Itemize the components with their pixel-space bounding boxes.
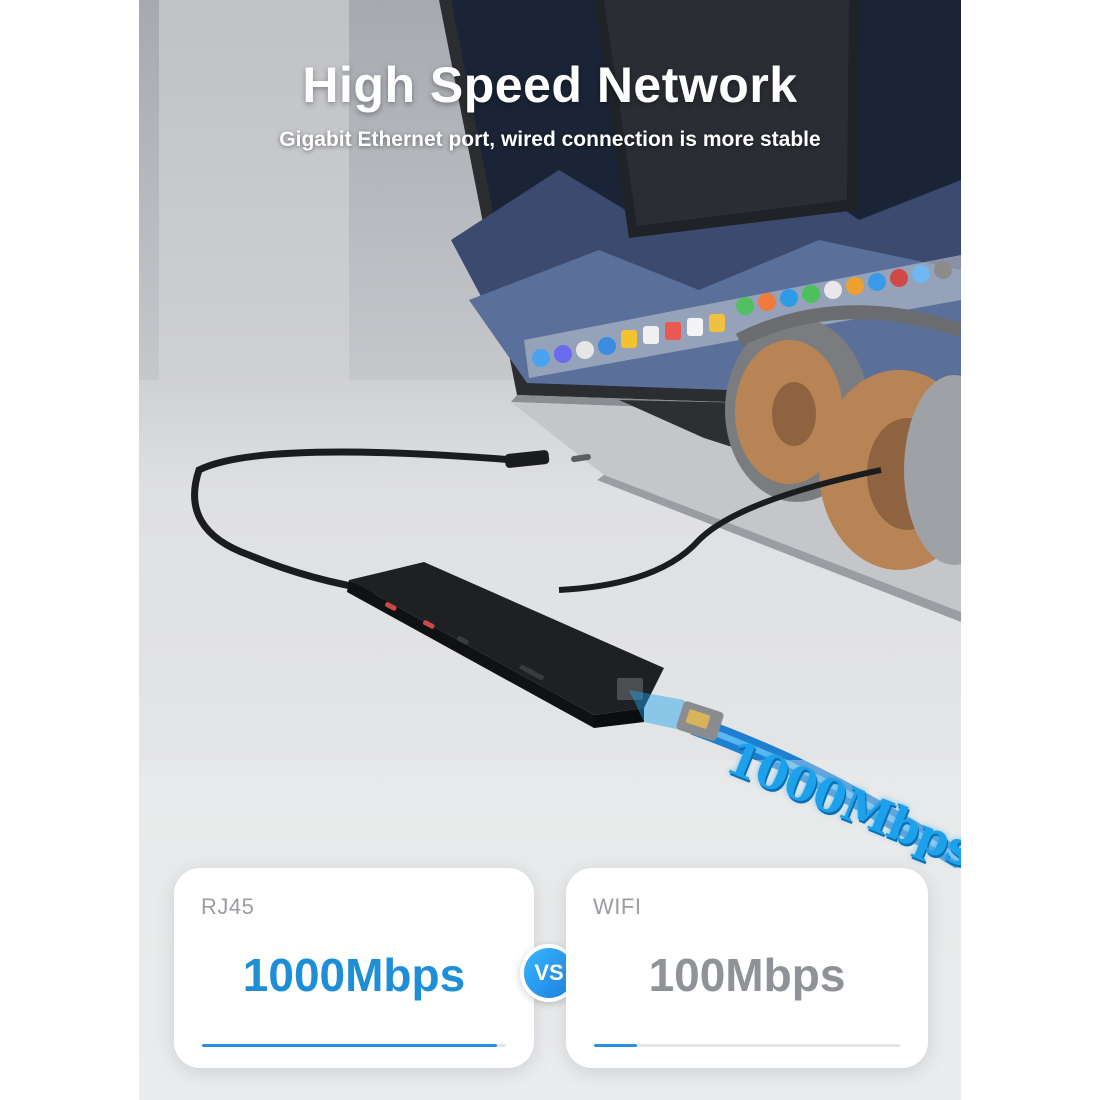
usb-c-hub-icon	[347, 562, 664, 728]
rj45-label: RJ45	[201, 894, 255, 919]
wifi-speed-card: WIFI 100Mbps	[566, 868, 928, 1068]
rj45-speed-value: 1000Mbps	[242, 949, 466, 1001]
headline: High Speed Network	[302, 57, 798, 113]
subheadline: Gigabit Ethernet port, wired connection …	[279, 128, 821, 151]
rj45-speed-card: RJ45 1000Mbps	[174, 868, 534, 1068]
wifi-label: WIFI	[593, 894, 642, 919]
wifi-speed-bar	[594, 1044, 900, 1047]
rj45-speed-bar-fill	[202, 1044, 497, 1047]
rj45-speed-bar	[202, 1044, 506, 1047]
wifi-speed-bar-fill	[594, 1044, 637, 1047]
wifi-speed-value: 100Mbps	[648, 949, 846, 1001]
